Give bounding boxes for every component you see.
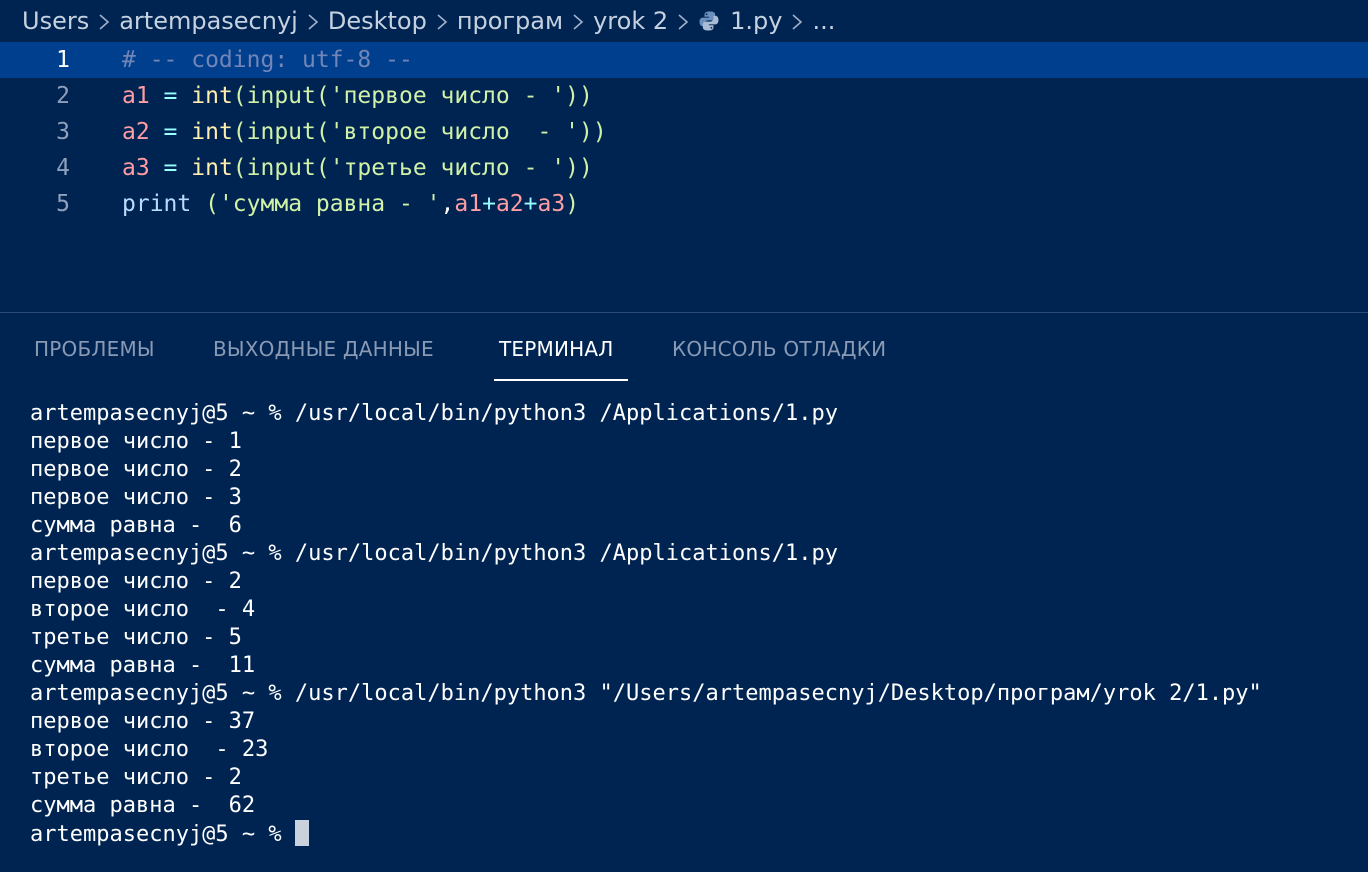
code-line[interactable]: 5 print ('сумма равна - ',a1+a2+a3)	[0, 186, 1368, 222]
tab-problems[interactable]: ПРОБЛЕМЫ	[34, 337, 155, 361]
python-icon	[698, 10, 720, 32]
code-token: a1	[454, 191, 483, 217]
code-token: =	[149, 119, 192, 145]
code-token: # -- coding: utf-8 --	[122, 47, 413, 73]
breadcrumb-ellipsis[interactable]: ...	[812, 7, 835, 35]
breadcrumb-item-yrok2[interactable]: yrok 2	[593, 7, 668, 35]
terminal-line: первое число - 2	[30, 457, 242, 482]
terminal-line: сумма равна - 6	[30, 513, 242, 538]
terminal-line: первое число - 1	[30, 429, 242, 454]
terminal-cursor	[294, 820, 309, 846]
terminal-line: artempasecnyj@5 ~ % /usr/local/bin/pytho…	[30, 541, 838, 566]
active-tab-indicator	[494, 379, 628, 381]
code-token: 'первое число - '	[329, 83, 566, 109]
terminal-line: artempasecnyj@5 ~ % /usr/local/bin/pytho…	[30, 681, 1262, 706]
code-token: 'второе число - '	[329, 119, 579, 145]
code-text: # -- coding: utf-8 --	[122, 42, 413, 78]
line-number: 2	[56, 83, 70, 109]
breadcrumb: Users artempasecnyj Desktop програм yrok…	[22, 0, 835, 42]
terminal-line: первое число - 37	[30, 709, 256, 734]
terminal-line: artempasecnyj@5 ~ % /usr/local/bin/pytho…	[30, 401, 838, 426]
code-token: print	[122, 191, 192, 217]
chevron-right-icon	[89, 7, 119, 35]
code-token: a3	[122, 155, 150, 181]
chevron-right-icon	[563, 7, 593, 35]
code-token: 'сумма равна - '	[218, 191, 441, 217]
code-token: (input(	[232, 155, 330, 181]
code-token: =	[149, 155, 192, 181]
terminal-prompt: artempasecnyj@5 ~ %	[30, 822, 295, 847]
code-text: a2 = int(input('второе число - '))	[122, 114, 607, 150]
code-token: ))	[578, 119, 607, 145]
breadcrumb-item-user[interactable]: artempasecnyj	[119, 7, 298, 35]
code-text: a1 = int(input('первое число - '))	[122, 78, 593, 114]
chevron-right-icon	[668, 7, 698, 35]
code-text: print ('сумма равна - ',a1+a2+a3)	[122, 186, 579, 222]
code-token: (	[191, 191, 219, 217]
code-token: a1	[122, 83, 150, 109]
code-token: =	[149, 83, 192, 109]
code-token: )	[565, 191, 580, 217]
code-token: int	[191, 83, 233, 109]
terminal-line: третье число - 2	[30, 765, 242, 790]
terminal-line: второе число - 23	[30, 737, 269, 762]
breadcrumb-item-users[interactable]: Users	[22, 7, 89, 35]
terminal-line: третье число - 5	[30, 625, 242, 650]
breadcrumb-item-program[interactable]: програм	[457, 7, 563, 35]
chevron-right-icon	[427, 7, 457, 35]
code-token: +	[523, 191, 538, 217]
breadcrumb-item-file[interactable]: 1.py	[730, 7, 782, 35]
code-token: a2	[495, 191, 524, 217]
code-token: a3	[537, 191, 566, 217]
code-line[interactable]: 1 # -- coding: utf-8 --	[0, 42, 1368, 78]
code-line[interactable]: 4 a3 = int(input('третье число - '))	[0, 150, 1368, 186]
tab-output[interactable]: ВЫХОДНЫЕ ДАННЫЕ	[213, 337, 434, 361]
code-token: a2	[122, 119, 150, 145]
terminal-line: второе число - 4	[30, 597, 256, 622]
code-token: (input(	[232, 83, 330, 109]
code-token: +	[482, 191, 496, 217]
line-number: 5	[56, 191, 70, 217]
code-token: ))	[565, 155, 593, 181]
code-token: ,	[440, 191, 455, 217]
line-number: 4	[56, 155, 70, 181]
code-token: 'третье число - '	[329, 155, 566, 181]
line-number: 3	[56, 119, 70, 145]
code-line[interactable]: 2 a1 = int(input('первое число - '))	[0, 78, 1368, 114]
code-editor[interactable]: 1 # -- coding: utf-8 -- 2 a1 = int(input('п…	[0, 42, 1368, 312]
chevron-right-icon	[782, 7, 812, 35]
breadcrumb-item-desktop[interactable]: Desktop	[328, 7, 427, 35]
terminal-line: первое число - 3	[30, 485, 242, 510]
tab-debug-console[interactable]: КОНСОЛЬ ОТЛАДКИ	[672, 337, 886, 361]
code-token: ))	[565, 83, 593, 109]
terminal-line: первое число - 2	[30, 569, 242, 594]
code-token: (input(	[232, 119, 330, 145]
terminal-line: сумма равна - 62	[30, 793, 256, 818]
code-line[interactable]: 3 a2 = int(input('второе число - '))	[0, 114, 1368, 150]
panel-tabs: ПРОБЛЕМЫ ВЫХОДНЫЕ ДАННЫЕ ТЕРМИНАЛ КОНСОЛ…	[0, 313, 1368, 383]
line-number: 1	[56, 47, 70, 73]
terminal-prompt-line[interactable]: artempasecnyj@5 ~ %	[30, 820, 1360, 848]
terminal-line: сумма равна - 11	[30, 653, 256, 678]
code-text: a3 = int(input('третье число - '))	[122, 150, 593, 186]
code-token: int	[191, 119, 233, 145]
chevron-right-icon	[298, 7, 328, 35]
terminal-output[interactable]: artempasecnyj@5 ~ % /usr/local/bin/pytho…	[30, 400, 1360, 848]
code-token: int	[191, 155, 233, 181]
tab-terminal[interactable]: ТЕРМИНАЛ	[499, 337, 614, 361]
